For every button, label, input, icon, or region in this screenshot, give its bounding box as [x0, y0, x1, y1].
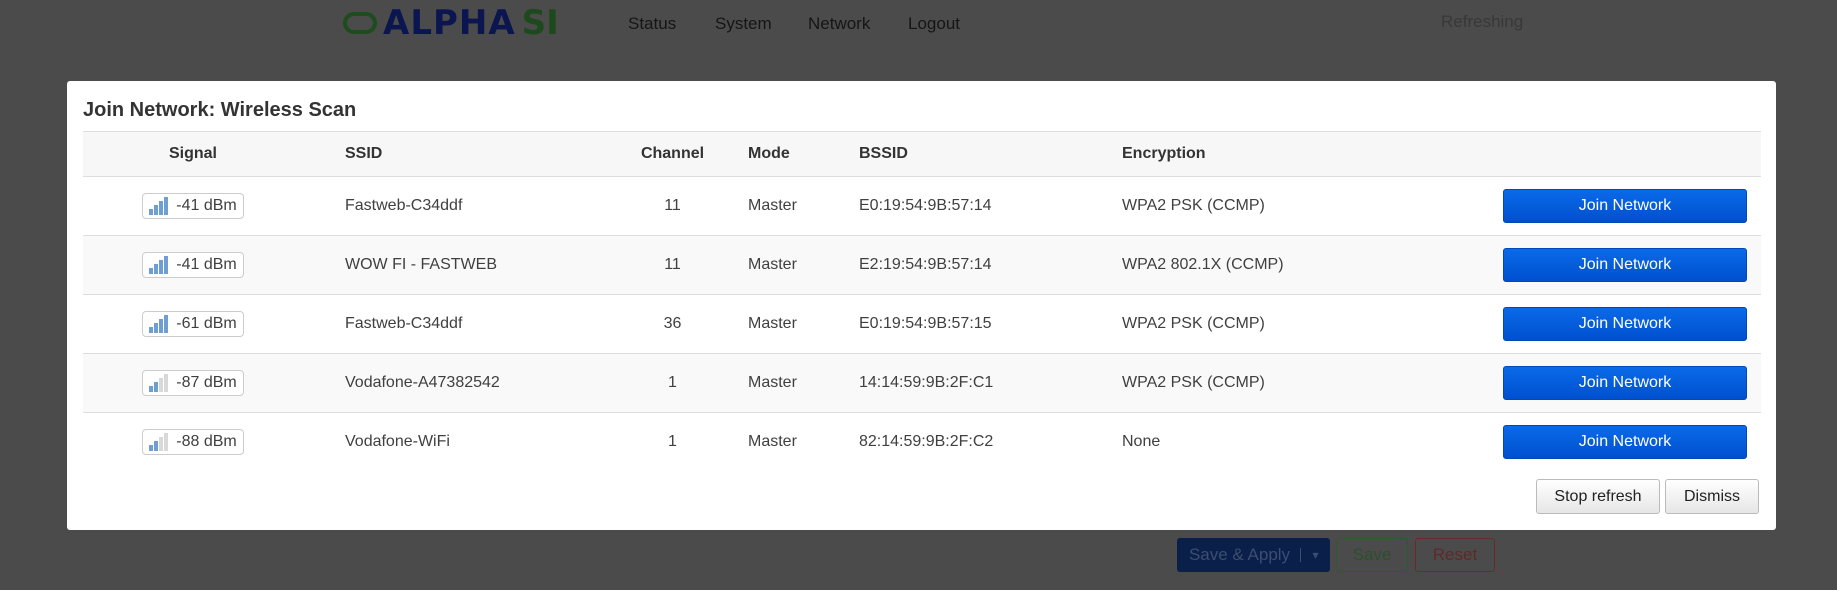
ssid: Fastweb-C34ddf	[303, 176, 625, 236]
encryption: None	[1122, 433, 1161, 451]
signal-badge: -41 dBm	[142, 251, 244, 278]
col-bssid: BSSID	[833, 131, 1122, 177]
mode: Master	[720, 235, 833, 295]
join-network-button[interactable]: Join Network	[1503, 366, 1747, 400]
signal-strength-icon	[149, 373, 169, 392]
nav-network[interactable]: Network	[808, 14, 870, 34]
scan-row: -87 dBm Vodafone-A47382542 1 Master 14:1…	[83, 353, 1761, 413]
channel: 1	[625, 353, 720, 413]
mode: Master	[720, 353, 833, 413]
col-mode: Mode	[720, 131, 833, 177]
join-network-button[interactable]: Join Network	[1503, 425, 1747, 460]
dropdown-caret-icon[interactable]: ▾	[1300, 548, 1330, 562]
mode: Master	[720, 176, 833, 236]
scan-row: -88 dBm Vodafone-WiFi 1 Master 82:14:59:…	[83, 413, 1761, 472]
save-button[interactable]: Save	[1336, 538, 1408, 572]
nav-status[interactable]: Status	[628, 14, 676, 34]
encryption: WPA2 PSK (CCMP)	[1122, 176, 1422, 236]
ssid: Vodafone-A47382542	[303, 353, 625, 413]
channel: 36	[625, 294, 720, 354]
ssid: Fastweb-C34ddf	[303, 294, 625, 354]
signal-badge: -61 dBm	[142, 310, 244, 337]
bssid: 82:14:59:9B:2F:C2	[859, 433, 994, 451]
dismiss-button[interactable]: Dismiss	[1665, 479, 1759, 514]
stop-refresh-button[interactable]: Stop refresh	[1536, 479, 1660, 514]
signal-strength-icon	[149, 196, 169, 215]
alpha-si-logo[interactable]: ALPHA SI	[343, 3, 559, 43]
channel: 11	[625, 235, 720, 295]
modal-title: Join Network: Wireless Scan	[83, 99, 357, 121]
refresh-indicator[interactable]: Refreshing	[1441, 12, 1523, 32]
channel: 11	[625, 176, 720, 236]
ssid: WOW FI - FASTWEB	[303, 235, 625, 295]
nav-system[interactable]: System	[715, 14, 772, 34]
signal-badge: -87 dBm	[142, 369, 244, 396]
signal-badge: -41 dBm	[142, 192, 244, 219]
join-network-button[interactable]: Join Network	[1503, 189, 1747, 223]
reset-button[interactable]: Reset	[1415, 538, 1495, 572]
encryption: WPA2 802.1X (CCMP)	[1122, 235, 1422, 295]
wireless-scan-modal: Join Network: Wireless Scan Signal SSID …	[67, 81, 1776, 530]
bssid: E0:19:54:9B:57:14	[833, 176, 1122, 236]
bssid: E0:19:54:9B:57:15	[833, 294, 1122, 354]
join-network-button[interactable]: Join Network	[1503, 248, 1747, 282]
mode: Master	[720, 294, 833, 354]
nav-logout[interactable]: Logout	[908, 14, 960, 34]
col-action	[1422, 131, 1761, 177]
col-ssid: SSID	[303, 131, 625, 177]
encryption: WPA2 PSK (CCMP)	[1122, 353, 1422, 413]
top-nav: ALPHA SI Status System Network Logout Ref…	[0, 0, 1837, 50]
ssid: Vodafone-WiFi	[345, 433, 450, 451]
encryption: WPA2 PSK (CCMP)	[1122, 294, 1422, 354]
scan-row: -61 dBm Fastweb-C34ddf 36 Master E0:19:5…	[83, 294, 1761, 354]
scan-row: -41 dBm Fastweb-C34ddf 11 Master E0:19:5…	[83, 176, 1761, 236]
signal-strength-icon	[149, 432, 169, 451]
signal-strength-icon	[149, 255, 169, 274]
save-apply-button[interactable]: Save & Apply ▾	[1177, 538, 1330, 572]
col-encryption: Encryption	[1122, 131, 1422, 177]
signal-strength-icon	[149, 314, 169, 333]
bssid: E2:19:54:9B:57:14	[833, 235, 1122, 295]
bssid: 14:14:59:9B:2F:C1	[833, 353, 1122, 413]
col-signal: Signal	[83, 131, 303, 177]
scan-results-table: Signal SSID Channel Mode BSSID Encryptio…	[83, 131, 1761, 472]
logo-infinity-icon	[343, 12, 377, 34]
scan-row: -41 dBm WOW FI - FASTWEB 11 Master E2:19…	[83, 235, 1761, 295]
mode: Master	[748, 433, 797, 451]
signal-badge: -88 dBm	[142, 428, 244, 455]
join-network-button[interactable]: Join Network	[1503, 307, 1747, 341]
channel: 1	[668, 433, 677, 451]
col-channel: Channel	[625, 131, 720, 177]
